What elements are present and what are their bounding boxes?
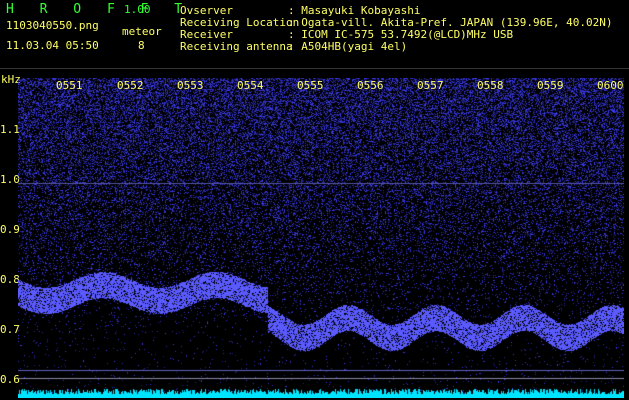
app-title: H R O F F T	[6, 2, 192, 17]
file-name: 1103040550.png	[6, 19, 99, 32]
x-tick-0558: 0558	[477, 79, 504, 92]
x-tick-0551: 0551	[56, 79, 83, 92]
header-divider	[0, 68, 629, 69]
x-tick-0553: 0553	[177, 79, 204, 92]
x-tick-0557: 0557	[417, 79, 444, 92]
app-version: 1.00	[124, 3, 151, 16]
info-antenna-value: : A504HB(yagi 4el)	[288, 40, 408, 53]
y-tick-1.0: 1.0	[0, 173, 20, 186]
y-tick-1.1: 1.1	[0, 123, 20, 136]
x-tick-0600: 0600	[597, 79, 624, 92]
y-tick-0.9: 0.9	[0, 223, 20, 236]
y-tick-0.6: 0.6	[0, 373, 20, 386]
y-tick-0.7: 0.7	[0, 323, 20, 336]
meteor-count: 8	[138, 39, 145, 52]
x-tick-0559: 0559	[537, 79, 564, 92]
y-tick-0.8: 0.8	[0, 273, 20, 286]
file-datetime: 11.03.04 05:50	[6, 39, 99, 52]
x-tick-0556: 0556	[357, 79, 384, 92]
x-tick-0555: 0555	[297, 79, 324, 92]
info-antenna-label: Receiving antenna	[180, 40, 293, 53]
meteor-label: meteor	[122, 25, 162, 38]
x-tick-0552: 0552	[117, 79, 144, 92]
x-tick-0554: 0554	[237, 79, 264, 92]
spectrogram	[18, 78, 624, 398]
